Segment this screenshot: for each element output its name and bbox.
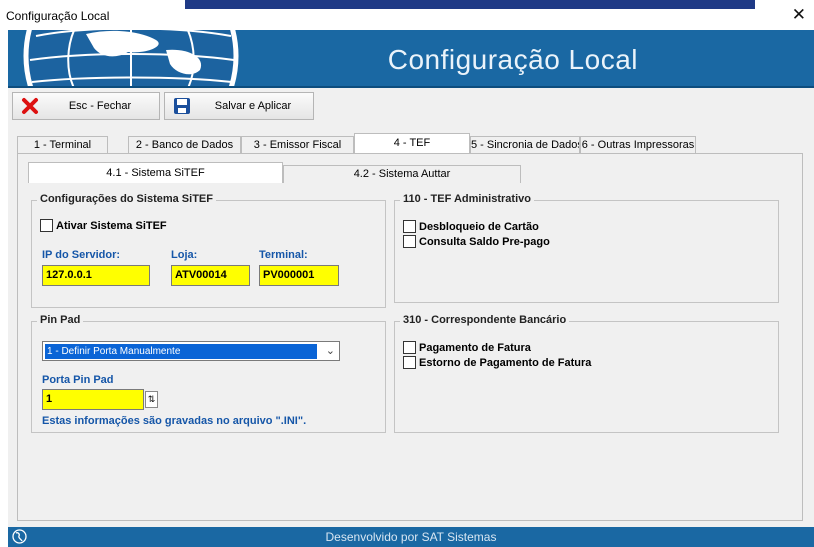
- status-footer: Desenvolvido por SAT Sistemas: [8, 527, 814, 547]
- tab-emissor-fiscal[interactable]: 3 - Emissor Fiscal: [241, 136, 354, 154]
- sitef-config-group: Configurações do Sistema SiTEF Ativar Si…: [31, 193, 386, 308]
- window-title: Configuração Local: [6, 9, 110, 23]
- invoice-payment-checkbox[interactable]: Pagamento de Fatura: [403, 341, 531, 354]
- ip-label: IP do Servidor:: [42, 249, 121, 261]
- banner-title: Configuração Local: [387, 44, 638, 75]
- port-label: Porta Pin Pad: [42, 374, 114, 386]
- header-banner: Configuração Local: [8, 30, 814, 88]
- save-button-label: Salvar e Aplicar: [214, 100, 292, 112]
- main-tab-bar: 1 - Terminal 2 - Banco de Dados 3 - Emis…: [8, 124, 814, 155]
- bank-correspondent-group: 310 - Correspondente Bancário Pagamento …: [394, 314, 779, 433]
- chevron-down-icon[interactable]: ⌄: [326, 344, 335, 357]
- checkbox-box: [403, 356, 416, 369]
- checkbox-box: [403, 235, 416, 248]
- tab-terminal[interactable]: 1 - Terminal: [17, 136, 108, 154]
- ip-server-input[interactable]: 127.0.0.1: [42, 265, 150, 286]
- pinpad-title: Pin Pad: [37, 314, 84, 326]
- close-icon[interactable]: ✕: [792, 5, 806, 25]
- subtab-sitef[interactable]: 4.1 - Sistema SiTEF: [28, 162, 283, 183]
- footer-text: Desenvolvido por SAT Sistemas: [325, 530, 497, 544]
- sitef-group-title: Configurações do Sistema SiTEF: [37, 193, 216, 205]
- prepaid-balance-checkbox[interactable]: Consulta Saldo Pre-pago: [403, 235, 550, 248]
- checkbox-box: [403, 220, 416, 233]
- invoice-reversal-label: Estorno de Pagamento de Fatura: [419, 356, 592, 369]
- invoice-reversal-checkbox[interactable]: Estorno de Pagamento de Fatura: [403, 356, 591, 369]
- up-down-spinner-icon[interactable]: ⇅: [145, 391, 158, 408]
- tab-content: 4.1 - Sistema SiTEF 4.2 - Sistema Auttar…: [8, 153, 814, 527]
- ini-note: Estas informações são gravadas no arquiv…: [42, 415, 307, 427]
- unlock-card-checkbox[interactable]: Desbloqueio de Cartão: [403, 220, 539, 233]
- toolbar: Esc - Fechar Salvar e Aplicar: [8, 88, 814, 124]
- subtab-auttar[interactable]: 4.2 - Sistema Auttar: [283, 165, 521, 183]
- pinpad-mode-select[interactable]: 1 - Definir Porta Manualmente ⌄: [42, 341, 340, 361]
- tab-outras-impressoras[interactable]: 6 - Outras Impressoras: [580, 136, 696, 154]
- tef-admin-title: 110 - TEF Administrativo: [400, 193, 534, 205]
- save-apply-button[interactable]: Salvar e Aplicar: [164, 92, 314, 120]
- store-input[interactable]: ATV00014: [171, 265, 250, 286]
- terminal-input[interactable]: PV000001: [259, 265, 339, 286]
- unlock-card-label: Desbloqueio de Cartão: [419, 220, 539, 233]
- pinpad-mode-value: 1 - Definir Porta Manualmente: [45, 344, 317, 359]
- checkbox-box: [40, 219, 53, 232]
- close-button[interactable]: Esc - Fechar: [12, 92, 160, 120]
- tef-admin-group: 110 - TEF Administrativo Desbloqueio de …: [394, 193, 779, 303]
- enable-sitef-label: Ativar Sistema SiTEF: [56, 219, 167, 232]
- terminal-label: Terminal:: [259, 249, 308, 261]
- floppy-disk-icon: [171, 95, 193, 117]
- title-bar: Configuração Local ✕: [0, 0, 814, 30]
- tab-banco-de-dados[interactable]: 2 - Banco de Dados: [128, 136, 241, 154]
- tab-tef[interactable]: 4 - TEF: [354, 133, 470, 155]
- invoice-payment-label: Pagamento de Fatura: [419, 341, 531, 354]
- checkbox-box: [403, 341, 416, 354]
- close-button-label: Esc - Fechar: [68, 100, 132, 112]
- enable-sitef-checkbox[interactable]: Ativar Sistema SiTEF: [40, 219, 167, 232]
- pinpad-group: Pin Pad 1 - Definir Porta Manualmente ⌄ …: [31, 314, 386, 433]
- red-x-icon: [19, 95, 41, 117]
- globe-icon: [23, 30, 239, 86]
- bank-title: 310 - Correspondente Bancário: [400, 314, 570, 326]
- port-input[interactable]: 1: [42, 389, 144, 410]
- prepaid-balance-label: Consulta Saldo Pre-pago: [419, 235, 550, 248]
- tef-pane: 4.1 - Sistema SiTEF 4.2 - Sistema Auttar…: [17, 153, 803, 521]
- store-label: Loja:: [171, 249, 198, 261]
- tab-sincronia-de-dados[interactable]: 5 - Sincronia de Dados: [470, 136, 580, 154]
- title-decoration: [185, 0, 755, 9]
